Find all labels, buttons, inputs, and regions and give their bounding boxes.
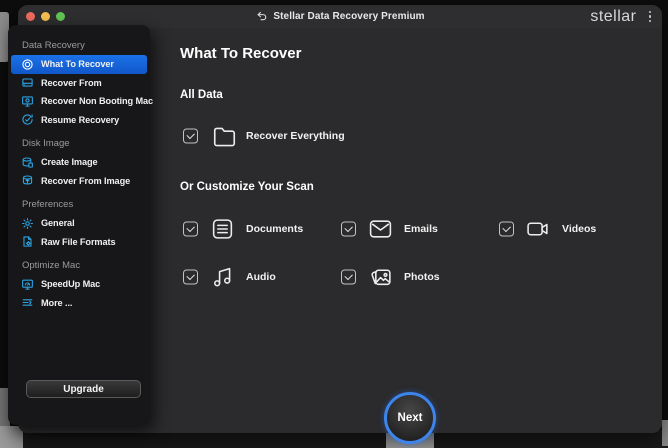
window-title-group: Stellar Data Recovery Premium [255,5,424,28]
zoom-button[interactable] [56,12,65,21]
sidebar-section-header-preferences: Preferences [22,199,150,210]
sidebar-item-label: Resume Recovery [41,115,119,125]
next-button-label: Next [398,412,423,424]
more-icon [21,296,34,309]
option-label: Documents [246,223,303,235]
recover-option-audio[interactable]: Audio [183,260,341,294]
checkbox[interactable] [183,222,198,237]
sidebar-item-speedup-mac[interactable]: SpeedUp Mac [11,275,147,294]
sidebar-item-label: More ... [41,298,72,308]
documents-icon [210,217,235,242]
sidebar-item-resume-recovery[interactable]: Resume Recovery [11,111,147,130]
sidebar-drawer: Data Recovery What To Recover Recover From… [8,25,150,425]
resume-recovery-icon [21,113,34,126]
upgrade-button[interactable]: Upgrade [26,380,141,398]
speedup-mac-icon [21,278,34,291]
option-label: Audio [246,271,276,283]
recover-option-photos[interactable]: Photos [341,260,499,294]
recover-option-recover-everything[interactable]: Recover Everything [183,119,341,153]
sidebar-section-header-optimize-mac: Optimize Mac [22,260,150,271]
audio-icon [210,265,235,290]
option-label: Videos [562,223,596,235]
sidebar-item-recover-from[interactable]: Recover From [11,74,147,93]
close-button[interactable] [26,12,35,21]
customize-heading: Or Customize Your Scan [180,181,314,193]
window-title: Stellar Data Recovery Premium [273,11,424,22]
sidebar-item-more[interactable]: More ... [11,294,147,313]
checkbox[interactable] [183,270,198,285]
back-arrow-icon[interactable] [255,10,268,23]
sidebar-section-header-data-recovery: Data Recovery [22,40,150,51]
option-label: Emails [404,223,438,235]
checkbox[interactable] [341,270,356,285]
brand-group: stellar [590,5,654,28]
checkbox[interactable] [499,222,514,237]
sidebar-item-recover-non-booting-mac[interactable]: Recover Non Booting Mac [11,92,147,111]
sidebar-item-label: Recover From [41,78,102,88]
sidebar-item-label: Recover Non Booting Mac [41,96,153,106]
sidebar-item-label: Recover From Image [41,176,130,186]
option-label: Photos [404,271,440,283]
sidebar-item-create-image[interactable]: Create Image [11,153,147,172]
option-label: Recover Everything [246,130,345,142]
sidebar-item-label: SpeedUp Mac [41,279,100,289]
sidebar-item-label: General [41,218,75,228]
background-object-bottom-right [662,420,668,446]
menu-kebab-icon[interactable] [646,9,655,25]
desktop: Stellar Data Recovery Premium stellar Wh… [0,0,668,448]
minimize-button[interactable] [41,12,50,21]
checkbox[interactable] [183,129,198,144]
sidebar-item-raw-file-formats[interactable]: Raw File Formats [11,233,147,252]
customize-options-grid: Documents Emails Videos Audio Photos [183,212,663,294]
folder-icon [210,123,239,149]
emails-icon [368,217,393,242]
create-image-icon [21,156,34,169]
sidebar-sections: Data Recovery What To Recover Recover From… [8,40,150,312]
sidebar-section-header-disk-image: Disk Image [22,138,150,149]
all-data-heading: All Data [180,89,223,101]
recover-option-documents[interactable]: Documents [183,212,341,246]
videos-icon [526,217,551,242]
non-booting-mac-icon [21,95,34,108]
sidebar-item-general[interactable]: General [11,214,147,233]
target-icon [21,58,34,71]
sidebar-item-recover-from-image[interactable]: Recover From Image [11,172,147,191]
gear-icon [21,217,34,230]
sidebar-item-label: Create Image [41,157,98,167]
sidebar-item-label: Raw File Formats [41,237,115,247]
sidebar-item-label: What To Recover [41,59,114,69]
recover-from-image-icon [21,174,34,187]
next-button[interactable]: Next [384,392,436,444]
recover-option-videos[interactable]: Videos [499,212,657,246]
stellar-logo: stellar [590,9,636,25]
recover-option-emails[interactable]: Emails [341,212,499,246]
checkbox[interactable] [341,222,356,237]
page-title: What To Recover [180,45,301,62]
raw-file-icon [21,235,34,248]
photos-icon [368,265,393,290]
sidebar-item-what-to-recover[interactable]: What To Recover [11,55,147,74]
drive-icon [21,76,34,89]
